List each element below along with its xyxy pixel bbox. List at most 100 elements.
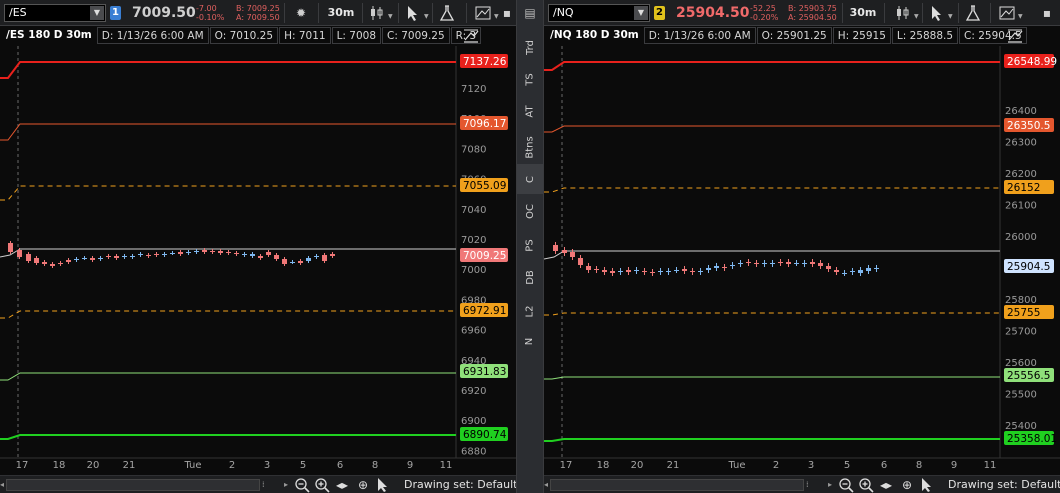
x-axis-tick-label: 11	[440, 460, 453, 471]
candle-body	[50, 264, 55, 266]
price-label: 6890.74	[463, 429, 507, 441]
candle-body	[202, 250, 207, 252]
scroll-right-icon[interactable]: ▸	[284, 479, 288, 491]
horizontal-scrollbar[interactable]	[6, 479, 260, 491]
price-label: 25358.01	[1007, 433, 1057, 445]
side-tab-label: N	[524, 337, 536, 345]
candle-body	[82, 258, 87, 259]
y-axis-tick-label: 6920	[461, 386, 486, 397]
cursor-icon[interactable]	[374, 477, 390, 493]
side-tab-db[interactable]: DB	[517, 262, 543, 292]
side-tab-strip: ▤ Trd TS AT Btns C OC PS DB L2 N	[516, 0, 544, 493]
drawing-set-selector[interactable]: Drawing set: Default▾	[948, 477, 1060, 493]
candle-body	[146, 255, 151, 256]
chart-panel-es: /ES ▼ 1 7009.50 -7.00 -0.10% B: 7009.25 …	[0, 0, 524, 493]
scroll-left-icon[interactable]: ◂	[0, 479, 4, 491]
price-chart[interactable]: 7120710070807060704070207000698069606940…	[0, 0, 516, 493]
candle-body	[90, 258, 95, 260]
candle-body	[154, 254, 159, 255]
y-axis-tick-label: 6900	[461, 416, 486, 427]
candle-body	[786, 262, 791, 264]
candle-body	[690, 271, 695, 272]
scroll-handle-icon[interactable]: ⁞	[262, 479, 265, 491]
side-tab-trd[interactable]: Trd	[517, 32, 543, 62]
candle-body	[314, 256, 319, 257]
candle-body	[842, 273, 847, 274]
candle-body	[770, 263, 775, 264]
y-axis-tick-label: 26400	[1005, 106, 1037, 117]
side-tab-label: L2	[524, 305, 536, 317]
expand-horizontal-icon[interactable]: ◂▸	[334, 477, 350, 493]
candle-body	[602, 270, 607, 272]
candle-body	[586, 266, 591, 270]
candle-body	[626, 270, 631, 272]
candle-body	[266, 252, 271, 255]
pivot-level-line	[0, 372, 456, 381]
y-axis-tick-label: 7080	[461, 144, 486, 155]
side-tab-ts[interactable]: TS	[517, 64, 543, 94]
candle-body	[706, 268, 711, 270]
candle-body	[306, 258, 311, 261]
candle-body	[138, 254, 143, 255]
side-tab-ps[interactable]: PS	[517, 230, 543, 260]
y-axis-tick-label: 6880	[461, 446, 486, 457]
y-axis-tick-label: 26000	[1005, 232, 1037, 243]
pivot-level-line	[544, 187, 1000, 193]
pivot-level-line	[544, 125, 1000, 133]
price-chart[interactable]: 2640026300262002610026000259002580025700…	[544, 0, 1060, 493]
y-axis-tick-label: 25600	[1005, 358, 1037, 369]
candle-body	[778, 262, 783, 263]
side-tab-label: TS	[524, 72, 536, 86]
crosshair-icon[interactable]: ⊕	[355, 477, 371, 493]
candle-body	[178, 252, 183, 254]
candle-body	[114, 256, 119, 258]
candle-body	[810, 262, 815, 264]
x-axis-tick-label: 18	[53, 460, 66, 471]
x-axis-tick-label: 8	[916, 460, 922, 471]
candle-body	[730, 265, 735, 266]
cursor-icon[interactable]	[918, 477, 934, 493]
price-label: 7055.09	[463, 180, 506, 192]
candle-body	[226, 252, 231, 253]
side-tab-label: C	[524, 175, 536, 183]
candle-body	[282, 259, 287, 264]
zoom-in-icon[interactable]	[858, 477, 874, 493]
candle-body	[826, 266, 831, 269]
price-label: 26350.5	[1007, 120, 1050, 132]
pivot-level-line	[0, 310, 456, 319]
scroll-left-icon[interactable]: ◂	[544, 479, 548, 491]
price-label: 26548.99	[1007, 56, 1057, 68]
candle-body	[866, 268, 871, 271]
side-tab-btns[interactable]: Btns	[517, 132, 543, 162]
candle-body	[250, 254, 255, 256]
zoom-out-icon[interactable]	[294, 477, 310, 493]
zoom-out-icon[interactable]	[838, 477, 854, 493]
price-label: 7096.17	[463, 118, 506, 130]
x-axis-tick-label: 2	[773, 460, 779, 471]
y-axis-tick-label: 26200	[1005, 169, 1037, 180]
x-axis-tick-label: 9	[407, 460, 413, 471]
side-tab-at[interactable]: AT	[517, 96, 543, 126]
side-tab-label: OC	[524, 203, 536, 219]
crosshair-icon[interactable]: ⊕	[899, 477, 915, 493]
pivot-level-line	[544, 438, 1000, 442]
horizontal-scrollbar[interactable]	[550, 479, 804, 491]
side-tab-n[interactable]: N	[517, 326, 543, 356]
side-tab-oc[interactable]: OC	[517, 196, 543, 226]
side-tab-label: Btns	[524, 135, 536, 159]
drawing-set-selector[interactable]: Drawing set: Default▾	[404, 477, 524, 493]
candle-body	[234, 253, 239, 254]
side-tab-l2[interactable]: L2	[517, 296, 543, 326]
candle-body	[754, 263, 759, 264]
scroll-right-icon[interactable]: ▸	[828, 479, 832, 491]
candle-body	[562, 250, 567, 253]
candle-body	[858, 270, 863, 273]
expand-horizontal-icon[interactable]: ◂▸	[878, 477, 894, 493]
scroll-handle-icon[interactable]: ⁞	[806, 479, 809, 491]
bookmark-icon[interactable]: ▤	[521, 4, 539, 22]
chart-bottom-bar: ◂ ⁞ ▸ ◂▸ ⊕ Drawing set: Default▾	[544, 475, 1060, 493]
side-tab-label: AT	[524, 104, 536, 118]
zoom-in-icon[interactable]	[314, 477, 330, 493]
side-tab-c[interactable]: C	[517, 164, 543, 194]
candle-body	[98, 258, 103, 259]
